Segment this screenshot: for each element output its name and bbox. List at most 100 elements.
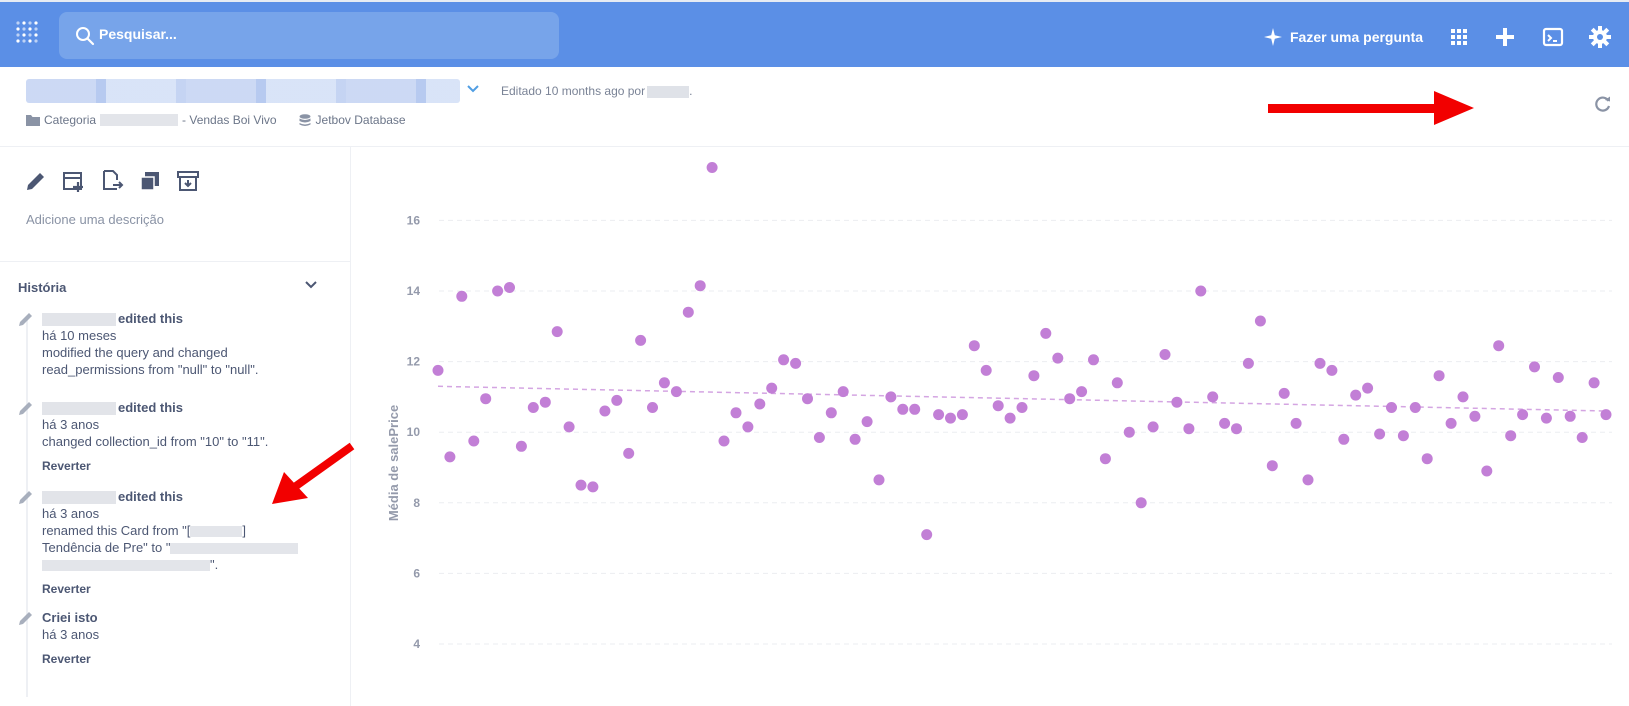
- data-point[interactable]: [492, 285, 504, 297]
- data-point[interactable]: [1529, 361, 1540, 373]
- data-point[interactable]: [1433, 370, 1445, 382]
- breadcrumb-database[interactable]: Jetbov Database: [316, 113, 406, 127]
- data-point[interactable]: [670, 386, 682, 398]
- data-point[interactable]: [1159, 349, 1171, 360]
- data-point[interactable]: [1195, 285, 1207, 297]
- data-point[interactable]: [1517, 409, 1529, 421]
- data-point[interactable]: [1350, 389, 1362, 401]
- data-point[interactable]: [1481, 465, 1493, 477]
- data-point[interactable]: [956, 409, 968, 421]
- data-point[interactable]: [718, 435, 730, 447]
- pencil-icon[interactable]: [24, 169, 48, 193]
- data-point[interactable]: [897, 403, 909, 415]
- history-title[interactable]: História: [18, 280, 66, 295]
- data-point[interactable]: [682, 306, 694, 318]
- data-point[interactable]: [1409, 402, 1421, 413]
- search-input[interactable]: Pesquisar...: [59, 12, 559, 59]
- data-point[interactable]: [933, 409, 945, 421]
- data-point[interactable]: [1242, 357, 1254, 369]
- data-point[interactable]: [539, 396, 551, 408]
- data-point[interactable]: [1207, 391, 1219, 403]
- revert-button[interactable]: Reverter: [42, 651, 332, 668]
- revert-button[interactable]: Reverter: [42, 581, 332, 598]
- data-point[interactable]: [945, 412, 956, 424]
- data-point[interactable]: [1076, 386, 1088, 398]
- data-point[interactable]: [1028, 370, 1040, 382]
- data-point[interactable]: [456, 290, 468, 302]
- data-point[interactable]: [444, 451, 456, 463]
- data-point[interactable]: [635, 334, 647, 346]
- chevron-down-icon[interactable]: [466, 81, 480, 95]
- data-point[interactable]: [551, 326, 563, 338]
- data-point[interactable]: [1302, 474, 1314, 486]
- refresh-icon[interactable]: [1594, 95, 1612, 113]
- data-point[interactable]: [432, 364, 444, 376]
- data-point[interactable]: [1290, 417, 1302, 429]
- chevron-down-icon[interactable]: [304, 279, 318, 291]
- data-point[interactable]: [1457, 391, 1469, 403]
- data-point[interactable]: [754, 398, 766, 410]
- data-point[interactable]: [849, 433, 861, 445]
- apps-grid-icon[interactable]: [1448, 26, 1470, 48]
- breadcrumb-category-prefix[interactable]: Categoria: [44, 113, 96, 127]
- data-point[interactable]: [480, 393, 492, 405]
- data-point[interactable]: [873, 474, 885, 486]
- ask-question-button[interactable]: Fazer uma pergunta: [1264, 26, 1423, 48]
- data-point[interactable]: [1540, 412, 1552, 424]
- data-point[interactable]: [1231, 423, 1242, 435]
- logo-icon[interactable]: [14, 20, 42, 48]
- add-to-dashboard-icon[interactable]: [62, 169, 86, 193]
- data-point[interactable]: [909, 403, 921, 415]
- data-point[interactable]: [504, 282, 515, 293]
- data-point[interactable]: [1123, 426, 1135, 438]
- data-point[interactable]: [1469, 410, 1481, 422]
- data-point[interactable]: [1099, 453, 1111, 465]
- gear-icon[interactable]: [1589, 26, 1611, 48]
- data-point[interactable]: [1111, 377, 1123, 389]
- data-point[interactable]: [647, 402, 658, 413]
- data-point[interactable]: [730, 407, 742, 419]
- data-point[interactable]: [980, 364, 992, 376]
- data-point[interactable]: [1576, 432, 1588, 443]
- data-point[interactable]: [1552, 372, 1564, 383]
- data-point[interactable]: [694, 280, 706, 292]
- data-point[interactable]: [1374, 428, 1386, 440]
- data-point[interactable]: [1219, 417, 1231, 429]
- edited-info[interactable]: Editado 10 months ago por.: [501, 84, 692, 98]
- data-point[interactable]: [778, 354, 790, 366]
- data-point[interactable]: [825, 407, 837, 419]
- data-point[interactable]: [1088, 354, 1099, 366]
- data-point[interactable]: [1493, 340, 1505, 352]
- data-point[interactable]: [802, 393, 813, 405]
- data-point[interactable]: [1338, 433, 1350, 445]
- data-point[interactable]: [1171, 396, 1183, 408]
- question-title-redacted[interactable]: [26, 79, 460, 103]
- data-point[interactable]: [1445, 417, 1457, 429]
- data-point[interactable]: [742, 421, 754, 433]
- move-icon[interactable]: [100, 169, 124, 193]
- plus-icon[interactable]: [1494, 26, 1516, 48]
- archive-icon[interactable]: [176, 169, 200, 193]
- data-point[interactable]: [515, 440, 527, 452]
- data-point[interactable]: [921, 529, 933, 541]
- data-point[interactable]: [885, 391, 897, 403]
- data-point[interactable]: [1147, 421, 1159, 433]
- data-point[interactable]: [861, 416, 873, 428]
- data-point[interactable]: [1040, 327, 1052, 339]
- data-point[interactable]: [623, 447, 635, 459]
- data-point[interactable]: [766, 382, 778, 394]
- data-point[interactable]: [1314, 357, 1326, 369]
- data-point[interactable]: [658, 377, 670, 389]
- data-point[interactable]: [1064, 393, 1076, 405]
- data-point[interactable]: [706, 162, 718, 173]
- data-point[interactable]: [1421, 453, 1433, 465]
- data-point[interactable]: [1016, 402, 1028, 413]
- data-point[interactable]: [611, 394, 623, 406]
- breadcrumb-category-suffix[interactable]: - Vendas Boi Vivo: [182, 113, 277, 127]
- data-point[interactable]: [563, 421, 575, 433]
- data-point[interactable]: [992, 400, 1004, 412]
- data-point[interactable]: [1362, 382, 1374, 394]
- data-point[interactable]: [599, 405, 611, 417]
- data-point[interactable]: [1266, 460, 1278, 472]
- data-point[interactable]: [1326, 364, 1338, 376]
